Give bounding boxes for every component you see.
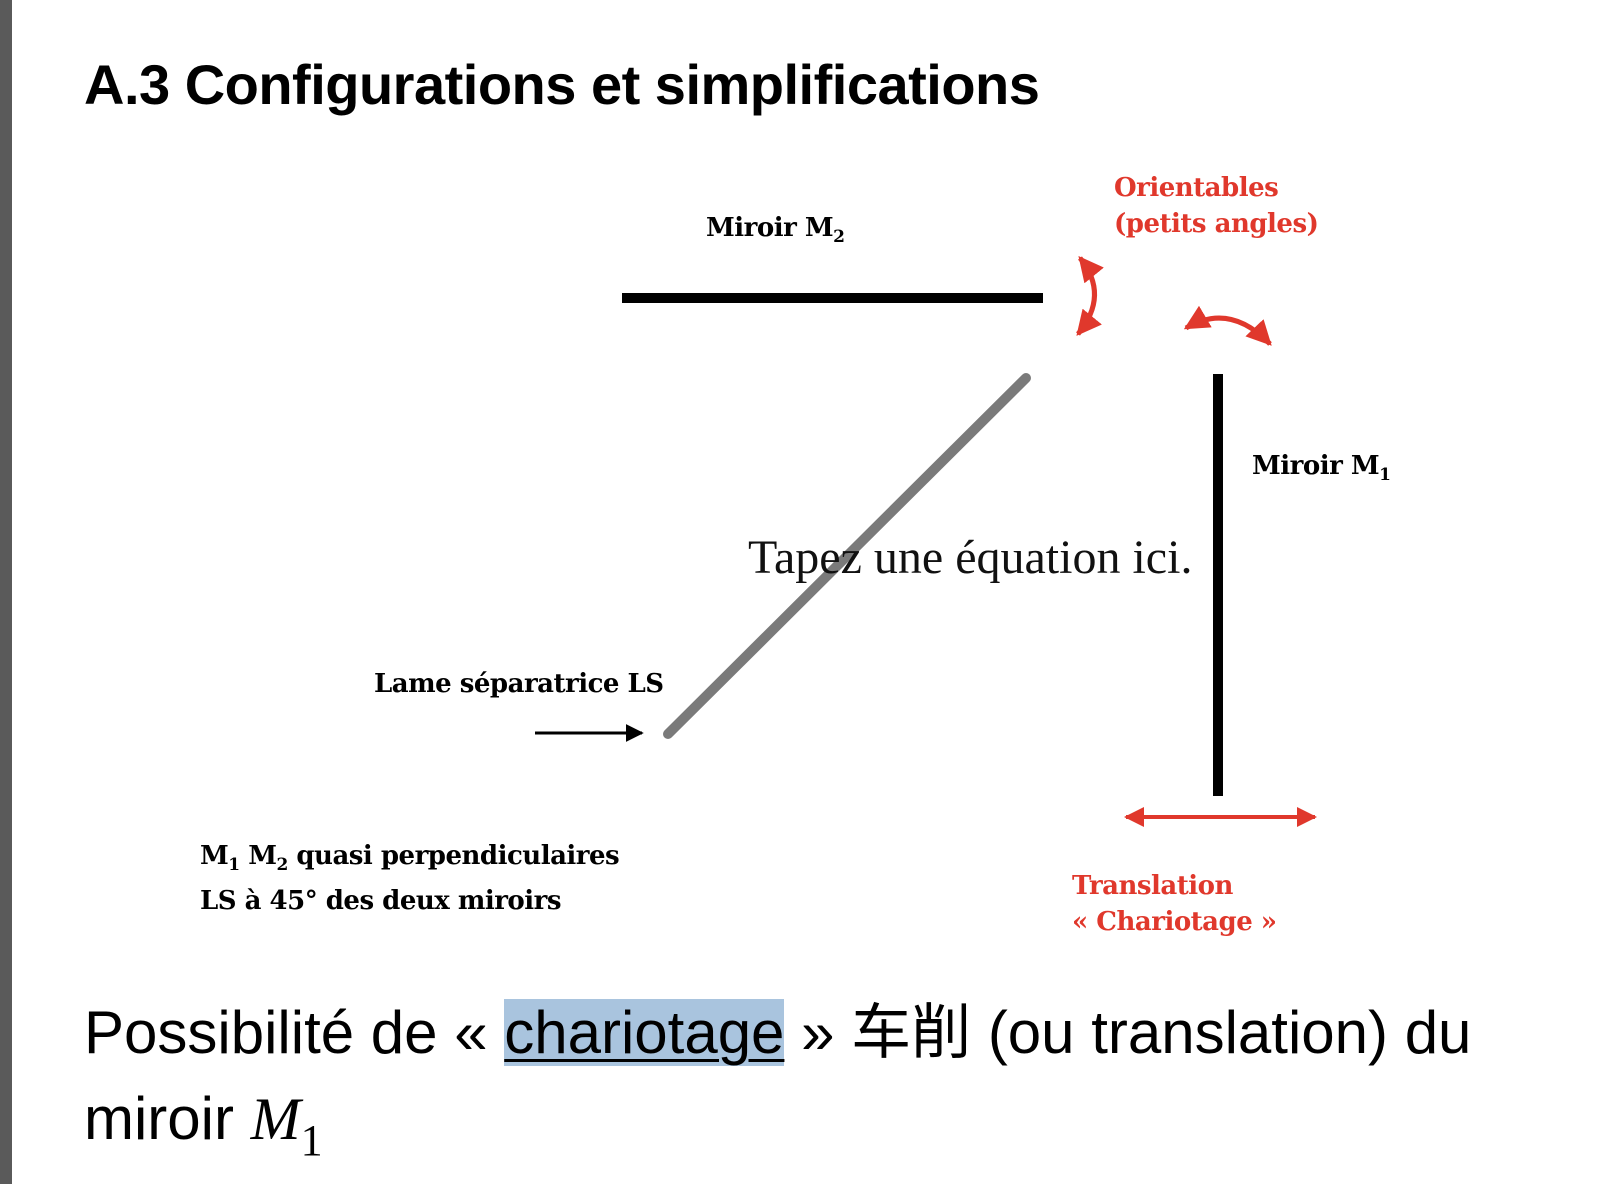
beam-splitter-label: Lame séparatrice LS <box>374 669 664 699</box>
caption-after: » <box>784 999 852 1066</box>
translation-label: Translation « Chariotage » <box>1072 871 1277 937</box>
highlighted-word[interactable]: chariotage <box>504 999 785 1066</box>
caption-cjk: 车削 <box>851 998 972 1068</box>
caption-text: Possibilité de « chariotage » 车削 (ou tra… <box>84 990 1584 1184</box>
equation-placeholder[interactable]: Tapez une équation ici. <box>748 530 1192 585</box>
rotation-arrow-m2 <box>1076 256 1104 336</box>
mirror-m2-label: Miroir M2 <box>706 213 845 247</box>
configuration-note: M1 M2 quasi perpendiculaires LS à 45° de… <box>200 841 620 916</box>
caption-before: Possibilité de « <box>84 999 505 1066</box>
interferometer-figure: Miroir M2 Orientables (petits angles) Mi… <box>0 0 1602 980</box>
rotation-arrow-m1 <box>1183 305 1272 346</box>
mirror-m1-label: Miroir M1 <box>1252 451 1391 485</box>
math-variable: M1 <box>250 1086 323 1165</box>
orientables-label: Orientables (petits angles) <box>1114 173 1319 239</box>
